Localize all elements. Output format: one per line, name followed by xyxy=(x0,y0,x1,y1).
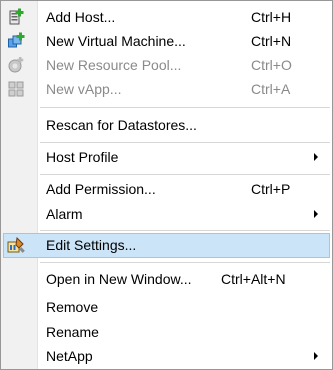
menu-item-shortcut: Ctrl+P xyxy=(251,181,291,197)
menu-separator xyxy=(40,262,330,263)
menu-item-new-resource-pool[interactable]: New Resource Pool... Ctrl+O xyxy=(3,53,330,77)
menu-item-shortcut: Ctrl+N xyxy=(251,33,292,49)
menu-item-open-new-window[interactable]: Open in New Window... Ctrl+Alt+N xyxy=(3,267,330,291)
submenu-arrow-icon xyxy=(314,210,318,218)
menu-separator xyxy=(40,174,330,175)
menu-item-remove[interactable]: Remove xyxy=(3,295,330,319)
menu-item-shortcut: Ctrl+H xyxy=(251,9,292,25)
menu-item-rescan-datastores[interactable]: Rescan for Datastores... xyxy=(3,113,330,137)
context-menu: Add Host... Ctrl+H New Virtual Machine..… xyxy=(0,0,333,370)
menu-item-label: NetApp xyxy=(46,348,93,364)
menu-item-shortcut: Ctrl+Alt+N xyxy=(221,271,286,287)
add-host-icon xyxy=(7,8,25,26)
menu-item-add-permission[interactable]: Add Permission... Ctrl+P xyxy=(3,177,330,201)
vapp-icon xyxy=(7,80,25,98)
menu-item-label: New vApp... xyxy=(46,81,122,97)
menu-item-label: New Virtual Machine... xyxy=(46,33,186,49)
menu-item-label: Add Host... xyxy=(46,9,116,25)
menu-item-label: Open in New Window... xyxy=(46,271,192,287)
menu-item-host-profile[interactable]: Host Profile xyxy=(3,145,330,169)
menu-item-rename[interactable]: Rename xyxy=(3,320,330,344)
menu-separator xyxy=(40,230,330,231)
menu-item-label: Add Permission... xyxy=(46,181,156,197)
menu-item-shortcut: Ctrl+O xyxy=(251,57,292,73)
menu-item-shortcut: Ctrl+A xyxy=(251,81,291,97)
menu-item-label: Edit Settings... xyxy=(46,237,137,253)
menu-item-label: Rescan for Datastores... xyxy=(46,117,197,133)
menu-separator xyxy=(40,142,330,143)
menu-item-label: Host Profile xyxy=(46,149,119,165)
submenu-arrow-icon xyxy=(314,153,318,161)
new-vm-icon xyxy=(7,32,25,50)
menu-item-label: Remove xyxy=(46,299,99,315)
menu-item-add-host[interactable]: Add Host... Ctrl+H xyxy=(3,5,330,29)
menu-item-label: Rename xyxy=(46,324,99,340)
resource-pool-icon xyxy=(7,56,25,74)
menu-separator xyxy=(40,107,330,108)
menu-item-new-vapp[interactable]: New vApp... Ctrl+A xyxy=(3,77,330,101)
menu-item-new-virtual-machine[interactable]: New Virtual Machine... Ctrl+N xyxy=(3,29,330,53)
edit-settings-icon xyxy=(7,236,25,254)
menu-item-edit-settings[interactable]: Edit Settings... xyxy=(3,233,330,258)
menu-item-label: Alarm xyxy=(46,206,83,222)
menu-item-alarm[interactable]: Alarm xyxy=(3,202,330,226)
menu-item-label: New Resource Pool... xyxy=(46,57,182,73)
menu-item-netapp[interactable]: NetApp xyxy=(3,344,330,368)
submenu-arrow-icon xyxy=(314,352,318,360)
